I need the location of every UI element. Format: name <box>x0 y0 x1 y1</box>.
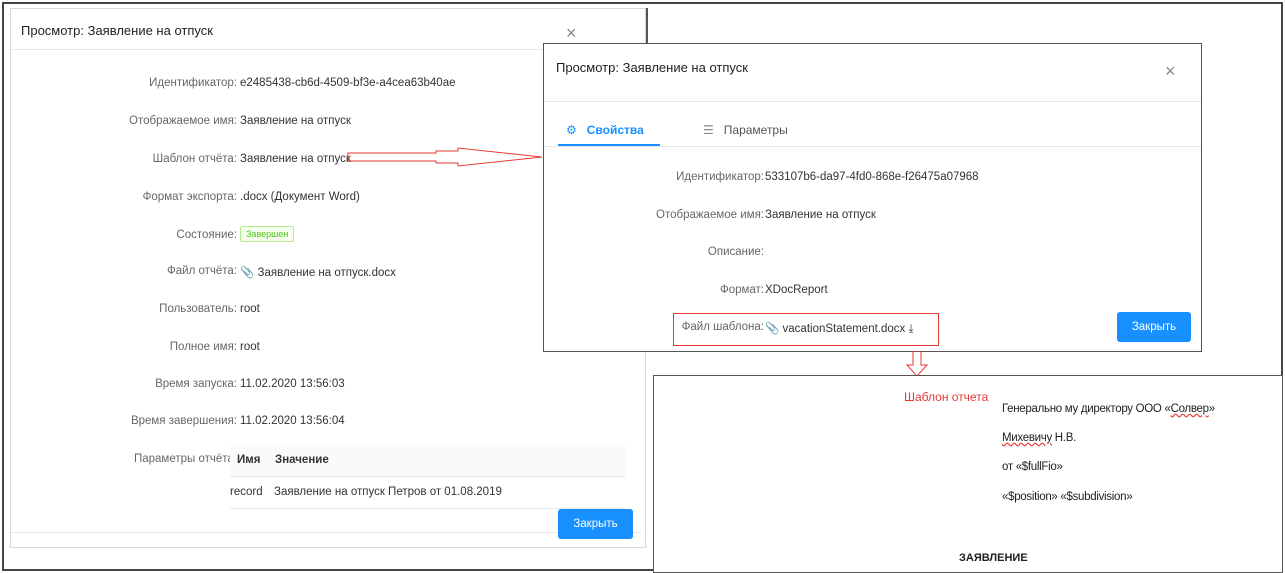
report-file-link[interactable]: 📎 Заявление на отпуск.docx <box>240 265 396 279</box>
field-start-time: Время запуска: 11.02.2020 13:56:03 <box>11 378 647 394</box>
field-value: e2485438-cb6d-4509-bf3e-a4cea63b40ae <box>240 77 456 89</box>
close-button[interactable]: Закрыть <box>1117 312 1191 342</box>
field-label: Состояние: <box>176 229 237 241</box>
table-row: record Заявление на отпуск Петров от 01.… <box>230 477 625 509</box>
field-label: Отображаемое имя: <box>129 115 237 127</box>
field-display-name: Отображаемое имя: Заявление на отпуск <box>544 209 1201 225</box>
vertical-divider <box>646 8 648 44</box>
dialog-title: Просмотр: Заявление на отпуск <box>21 23 213 38</box>
field-label: Полное имя: <box>169 341 237 353</box>
tabs-divider <box>544 146 1201 147</box>
field-value: 11.02.2020 13:56:03 <box>240 378 345 390</box>
field-value: XDocReport <box>765 284 828 296</box>
document-preview: Шаблон отчета Генерально му директору ОО… <box>653 375 1283 573</box>
field-label: Формат экспорта: <box>142 191 237 203</box>
tab-properties[interactable]: ⚙ Свойства <box>566 123 644 137</box>
field-value: root <box>240 341 260 353</box>
close-button[interactable]: Закрыть <box>558 509 633 539</box>
field-label: Шаблон отчёта: <box>152 153 237 165</box>
param-value-cell: Заявление на отпуск Петров от 01.08.2019 <box>274 486 502 498</box>
paperclip-icon: 📎 <box>240 267 255 279</box>
footer-divider <box>11 532 641 533</box>
field-description: Описание: <box>544 246 1201 262</box>
field-value: root <box>240 303 260 315</box>
field-label: Идентификатор: <box>149 77 237 89</box>
document-line: от «$fullFio» <box>1002 461 1063 473</box>
annotation-arrow <box>347 147 543 167</box>
field-label: Параметры отчёта: <box>133 453 237 465</box>
tab-label: Параметры <box>723 123 788 137</box>
field-label: Формат: <box>719 284 764 296</box>
dialog-title: Просмотр: Заявление на отпуск <box>556 60 748 75</box>
column-header-name: Имя <box>237 454 261 466</box>
field-value: .docx (Документ Word) <box>240 191 360 203</box>
field-label: Файл отчёта: <box>167 265 237 277</box>
report-file-name: Заявление на отпуск.docx <box>257 267 396 279</box>
field-format: Формат: XDocReport <box>544 284 1201 300</box>
list-icon: ☰ <box>703 123 714 137</box>
field-label: Время запуска: <box>155 378 237 390</box>
field-label: Пользователь: <box>159 303 237 315</box>
params-table: Имя Значение record Заявление на отпуск … <box>230 445 625 509</box>
annotation-down-arrow <box>905 351 929 377</box>
field-label: Идентификатор: <box>676 171 764 183</box>
column-header-value: Значение <box>275 454 329 466</box>
field-identifier: Идентификатор: 533107b6-da97-4fd0-868e-f… <box>544 171 1201 187</box>
field-value: Заявление на отпуск <box>765 209 876 221</box>
document-line: Михевичу Н.В. <box>1002 432 1076 444</box>
field-value: 11.02.2020 13:56:04 <box>240 415 345 427</box>
document-line: «$position» «$subdivision» <box>1002 491 1133 503</box>
document-heading: ЗАЯВЛЕНИЕ <box>959 552 1028 564</box>
annotation-note: Шаблон отчета <box>904 390 989 404</box>
close-icon[interactable]: × <box>1165 61 1176 82</box>
status-badge: Завершен <box>240 226 295 242</box>
field-label: Время завершения: <box>130 415 237 427</box>
template-view-dialog: Просмотр: Заявление на отпуск × ⚙ Свойств… <box>543 43 1202 352</box>
tab-parameters[interactable]: ☰ Параметры <box>703 123 788 137</box>
param-name-cell: record <box>230 486 263 498</box>
field-value: Заявление на отпуск <box>240 115 351 127</box>
field-end-time: Время завершения: 11.02.2020 13:56:04 <box>11 415 647 431</box>
report-template-link[interactable]: Заявление на отпуск <box>240 153 351 165</box>
document-line: Генерально му директору ООО «Солвер» <box>1002 403 1215 415</box>
tab-label: Свойства <box>586 123 644 137</box>
field-label: Описание: <box>707 246 764 258</box>
table-header: Имя Значение <box>230 445 625 477</box>
field-label: Отображаемое имя: <box>656 209 764 221</box>
gear-icon: ⚙ <box>566 123 577 137</box>
highlight-box <box>673 313 939 346</box>
close-icon[interactable]: × <box>566 23 577 44</box>
field-value: 533107b6-da97-4fd0-868e-f26475a07968 <box>765 171 979 183</box>
header-divider <box>544 101 1201 102</box>
